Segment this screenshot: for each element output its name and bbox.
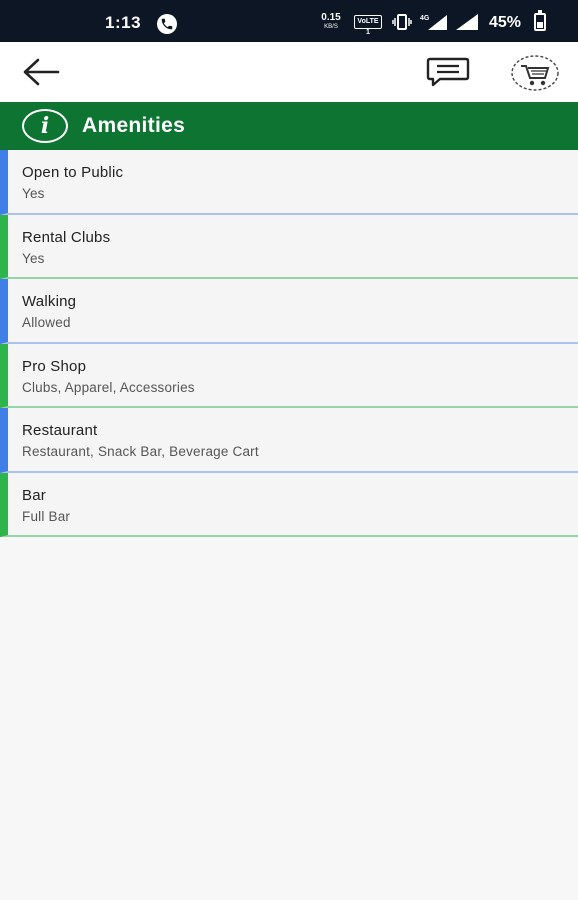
network-speed: 0.15 KB/S: [318, 12, 344, 31]
item-title: Bar: [22, 486, 46, 504]
item-value: Restaurant, Snack Bar, Beverage Cart: [22, 444, 259, 459]
list-item[interactable]: Bar Full Bar: [0, 472, 578, 537]
vibrate-icon: [392, 14, 412, 35]
item-title: Restaurant: [22, 422, 98, 439]
item-value: Allowed: [22, 315, 71, 330]
battery-icon: [534, 10, 546, 31]
item-title: Rental Clubs: [22, 228, 111, 246]
item-value: Yes: [22, 250, 45, 266]
item-title: Open to Public: [22, 164, 124, 181]
call-icon: [157, 14, 177, 34]
network-speed-value: 0.15: [321, 12, 341, 23]
info-icon: i: [22, 109, 68, 143]
battery-percent: 45%: [489, 14, 522, 31]
item-value: Clubs, Apparel, Accessories: [22, 379, 195, 395]
cart-button[interactable]: [509, 52, 561, 94]
list-item[interactable]: Walking Allowed: [0, 279, 578, 344]
network-speed-unit: KB/S: [324, 24, 338, 30]
signal-icon: 4G: [420, 13, 448, 36]
back-button[interactable]: [18, 55, 64, 89]
chat-icon: [426, 57, 470, 87]
arrow-left-icon: [23, 58, 60, 86]
amenity-list: Open to Public Yes Rental Clubs Yes Walk…: [0, 150, 578, 537]
item-value: Yes: [22, 186, 45, 201]
list-item[interactable]: Restaurant Restaurant, Snack Bar, Bevera…: [0, 408, 578, 473]
item-title: Pro Shop: [22, 357, 87, 375]
info-icon-glyph: i: [40, 113, 50, 139]
status-bar: 1:13 0.15 KB/S VoLTE 1 4G 45%: [0, 0, 578, 42]
status-time: 1:13: [105, 13, 142, 32]
chat-button[interactable]: [426, 56, 470, 88]
list-item[interactable]: Open to Public Yes: [0, 150, 578, 215]
item-title: Walking: [22, 293, 77, 310]
signal-icon: [454, 13, 480, 36]
section-header: i Amenities: [0, 102, 578, 150]
list-item[interactable]: Rental Clubs Yes: [0, 214, 578, 279]
app-bar: [0, 42, 578, 102]
section-title: Amenities: [82, 114, 186, 137]
volte-icon: VoLTE 1: [354, 15, 382, 36]
list-item[interactable]: Pro Shop Clubs, Apparel, Accessories: [0, 343, 578, 408]
cart-icon: [511, 55, 559, 91]
svg-text:4G: 4G: [420, 15, 430, 22]
item-value: Full Bar: [22, 508, 71, 524]
